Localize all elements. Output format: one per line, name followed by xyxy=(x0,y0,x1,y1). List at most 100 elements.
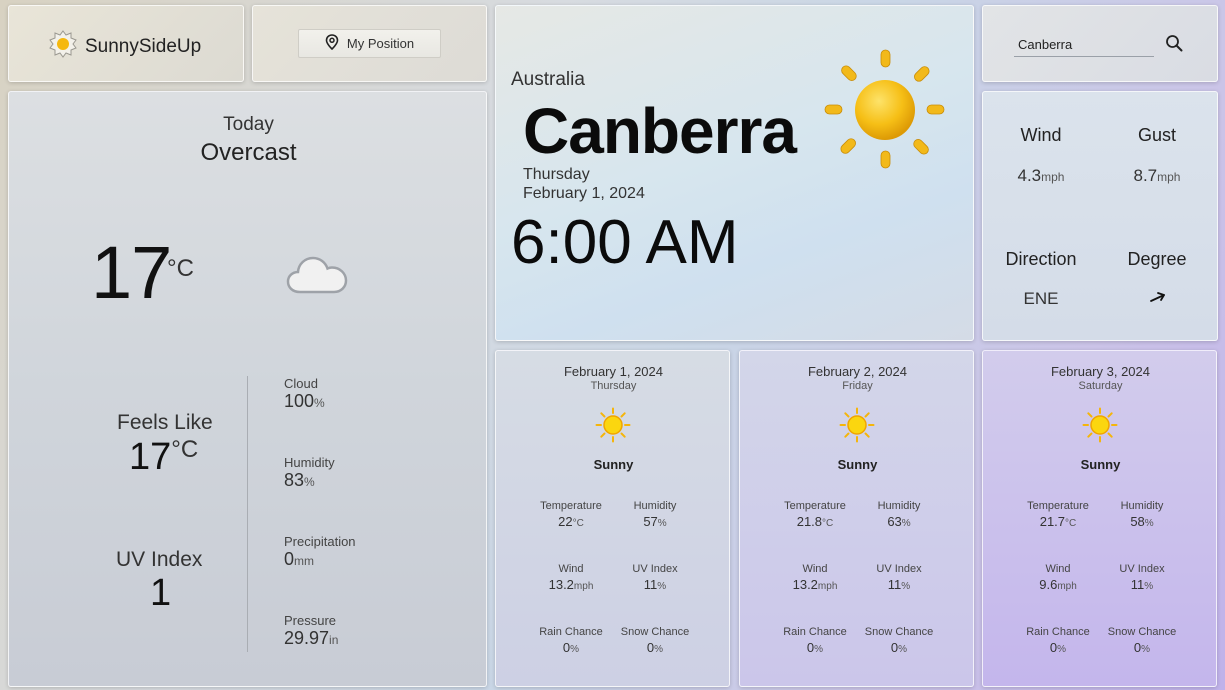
cell-label: Humidity xyxy=(1120,500,1164,512)
sun-egg-logo-icon xyxy=(47,28,79,65)
stat-number: 100 xyxy=(284,391,315,411)
wind-card: Wind 4.3mph Gust 8.7mph Direction ENE De… xyxy=(982,91,1218,341)
stat-label: Pressure xyxy=(284,613,337,628)
cell-value: 63% xyxy=(849,514,949,529)
cell-unit: °C xyxy=(822,518,834,529)
forecast-date: February 2, 2024 xyxy=(807,364,907,379)
cell-label: UV Index xyxy=(1119,563,1165,575)
cell-unit: % xyxy=(1144,581,1154,592)
today-card: Today Overcast 17 °C Feels Like 17°C UV … xyxy=(8,91,487,687)
forecast-condition: Sunny xyxy=(1080,457,1121,472)
position-card: My Position xyxy=(252,5,487,82)
stat-unit: mm xyxy=(294,554,315,568)
city-name: Canberra xyxy=(523,95,797,167)
gust-unit: mph xyxy=(1157,170,1181,184)
forecast-snow-chance: Snow Chance 0% xyxy=(849,626,949,655)
forecast-humidity: Humidity 58% xyxy=(1092,500,1192,529)
cell-unit: % xyxy=(654,644,664,655)
forecast-date: February 3, 2024 xyxy=(1050,364,1150,379)
logo-card: SunnySideUp xyxy=(8,5,244,82)
cell-unit: % xyxy=(1144,518,1154,529)
feels-like-number: 17 xyxy=(129,436,172,478)
forecast-card: February 1, 2024 Thursday Sunny Temperat… xyxy=(495,350,730,687)
stat-unit: % xyxy=(314,396,325,410)
cell-unit: % xyxy=(901,518,911,529)
degree-label: Degree xyxy=(1127,249,1187,269)
country-name: Australia xyxy=(511,69,585,90)
cell-label: Snow Chance xyxy=(620,626,690,638)
date: February 1, 2024 xyxy=(523,185,645,202)
location-card: Australia Canberra Thursday February 1, … xyxy=(495,5,974,341)
forecast-uv-index: UV Index 11% xyxy=(1092,563,1192,592)
stat-number: 29.97 xyxy=(284,628,330,648)
local-time: 6:00 AM xyxy=(511,208,739,277)
forecast-condition: Sunny xyxy=(837,457,878,472)
weekday: Thursday xyxy=(523,166,590,183)
gust-number: 8.7 xyxy=(1133,166,1158,185)
cell-number: 63 xyxy=(887,514,902,529)
wind-value: 4.3mph xyxy=(986,166,1096,186)
gust-label: Gust xyxy=(1137,125,1176,145)
forecast-humidity: Humidity 63% xyxy=(849,500,949,529)
stat-unit: % xyxy=(304,475,315,489)
cell-label: Humidity xyxy=(877,500,921,512)
uv-index-value: 1 xyxy=(150,572,172,614)
cell-label: Snow Chance xyxy=(864,626,934,638)
temperature-unit: °C xyxy=(167,255,194,282)
my-position-button[interactable]: My Position xyxy=(298,29,441,58)
stat-unit: in xyxy=(329,633,339,647)
feels-like-value: 17°C xyxy=(129,436,198,479)
forecast-condition: Sunny xyxy=(593,457,634,472)
cell-unit: mph xyxy=(573,581,594,592)
forecast-snow-chance: Snow Chance 0% xyxy=(1092,626,1192,655)
cell-number: 13.2 xyxy=(792,577,818,592)
cell-number: 13.2 xyxy=(548,577,574,592)
cell-label: UV Index xyxy=(876,563,922,575)
sun-icon xyxy=(595,407,631,448)
sun-icon xyxy=(1082,407,1118,448)
cell-value: 57% xyxy=(605,514,705,529)
wind-degree-arrow-icon xyxy=(1149,290,1167,309)
cell-unit: % xyxy=(898,644,908,655)
search-icon[interactable] xyxy=(1165,34,1183,57)
cell-unit: % xyxy=(1141,644,1151,655)
vertical-divider xyxy=(247,376,248,652)
stat-precipitation: Precipitation 0mm xyxy=(284,534,356,570)
cell-label: Snow Chance xyxy=(1107,626,1177,638)
cell-number: 11 xyxy=(643,577,658,592)
stat-label: Humidity xyxy=(284,455,335,470)
cell-value: 11% xyxy=(849,577,949,592)
forecast-day: Friday xyxy=(842,380,873,392)
cell-number: 21.7 xyxy=(1039,514,1066,529)
cell-label: UV Index xyxy=(632,563,678,575)
stat-value: 0mm xyxy=(284,549,356,570)
cell-number: 11 xyxy=(887,577,902,592)
cell-value: 58% xyxy=(1092,514,1192,529)
stat-value: 100% xyxy=(284,391,325,412)
cell-value: 0% xyxy=(849,640,949,655)
forecast-uv-index: UV Index 11% xyxy=(849,563,949,592)
stat-pressure: Pressure 29.97in xyxy=(284,613,338,649)
cell-unit: % xyxy=(814,644,824,655)
forecast-uv-index: UV Index 11% xyxy=(605,563,705,592)
cell-unit: % xyxy=(1057,644,1067,655)
cell-number: 57 xyxy=(643,514,658,529)
cell-number: 22 xyxy=(558,514,573,529)
cell-unit: mph xyxy=(817,581,838,592)
stat-cloud: Cloud 100% xyxy=(284,376,325,412)
stat-value: 83% xyxy=(284,470,335,491)
cell-unit: % xyxy=(901,581,911,592)
forecast-day: Thursday xyxy=(590,380,637,392)
app-logo[interactable]: SunnySideUp xyxy=(47,28,201,65)
cell-value: 0% xyxy=(605,640,705,655)
sun-icon xyxy=(839,407,875,448)
cell-unit: % xyxy=(657,518,667,529)
wind-unit: mph xyxy=(1041,170,1065,184)
cell-number: 58 xyxy=(1130,514,1145,529)
search-input[interactable] xyxy=(1014,33,1154,57)
cell-number: 9.6 xyxy=(1039,577,1058,592)
search-card xyxy=(982,5,1218,82)
cloud-icon xyxy=(286,252,350,301)
forecast-snow-chance: Snow Chance 0% xyxy=(605,626,705,655)
cell-value: 0% xyxy=(1092,640,1192,655)
